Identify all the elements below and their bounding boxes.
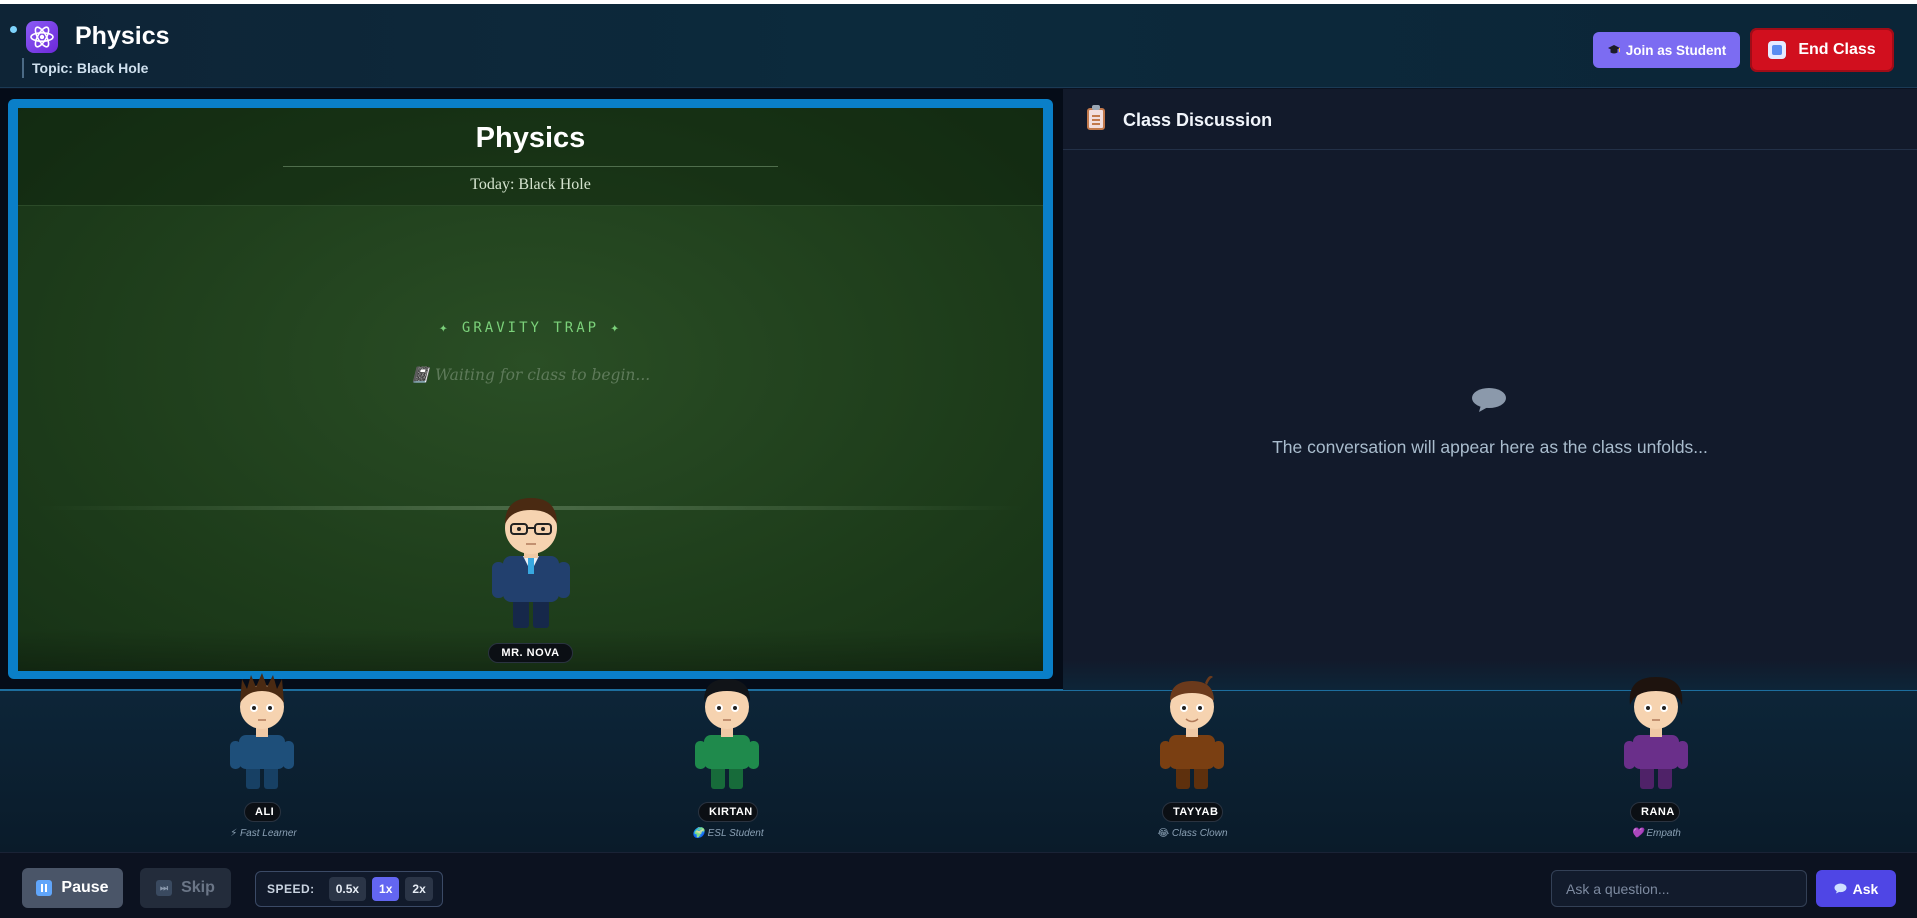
student-kirtan-avatar [695,679,759,789]
topic-label: Topic: Black Hole [32,60,149,76]
student-kirtan-role: 🌍 ESL Student [692,828,764,839]
student-kirtan [692,671,762,798]
end-class-button[interactable]: End Class [1750,28,1894,72]
class-discussion-panel: Class Discussion The conversation will a… [1063,89,1917,689]
skip-icon: ⏭ [156,880,173,896]
clipboard-icon [1087,105,1105,130]
speed-option-2x[interactable]: 2x [405,877,433,901]
skip-button[interactable]: ⏭ Skip [140,868,231,908]
student-tayyab-role: 😂 Class Clown [1157,828,1228,839]
teacher-character [489,494,573,637]
skip-label: Skip [181,879,215,896]
join-as-student-button[interactable]: Join as Student [1593,32,1740,68]
app-title: Physics [75,22,170,50]
ask-label: Ask [1852,880,1879,897]
speed-option-0-5x[interactable]: 0.5x [328,877,367,901]
topic-divider [22,58,24,78]
student-rana-role: 💜 Empath [1631,828,1681,839]
chalkboard-title-rule [283,166,778,167]
student-ali-avatar [230,673,294,789]
app-header: Physics Topic: Black Hole Join as Studen… [0,0,1917,88]
pause-button[interactable]: Pause [22,868,123,908]
student-ali-role: ⚡ Fast Learner [230,828,297,839]
ask-button[interactable]: Ask [1816,870,1896,907]
pause-label: Pause [61,879,109,896]
student-tayyab [1157,671,1227,798]
class-status-text: 📓 Waiting for class to begin... [410,366,651,384]
atom-icon [26,21,58,53]
student-kirtan-name-tag: KIRTAN [698,802,758,822]
live-indicator-dot [10,26,17,33]
student-rana-avatar [1624,677,1688,789]
discussion-empty-message: The conversation will appear here as the… [1272,437,1708,457]
teacher-name-tag: MR. NOVA [488,643,573,663]
student-tayyab-avatar [1160,675,1224,789]
teacher-avatar [492,498,570,628]
stop-icon [1768,41,1787,59]
ask-question-input[interactable] [1551,870,1807,907]
discussion-title: Class Discussion [1123,110,1273,130]
speed-label: SPEED: [267,882,315,896]
student-tayyab-name-tag: TAYYAB [1162,802,1223,822]
discussion-header: Class Discussion [1063,89,1917,150]
end-class-label: End Class [1798,41,1876,58]
student-ali-name-tag: ALI [244,802,281,822]
chalkboard-title: Physics [475,122,586,154]
speech-bubble-icon [1472,388,1506,412]
lesson-tagline: ✦ GRAVITY TRAP ✦ [439,320,622,336]
speed-option-1x[interactable]: 1x [372,877,400,901]
student-ali [227,671,297,798]
chalkboard-header: Physics Today: Black Hole [18,108,1043,206]
student-rana [1621,671,1691,798]
pause-icon [36,880,53,896]
student-rana-name-tag: RANA [1630,802,1680,822]
graduation-cap-icon [1607,45,1620,54]
speed-selector: SPEED: 0.5x 1x 2x [255,871,443,907]
chalkboard-subtitle: Today: Black Hole [470,176,591,193]
join-as-student-label: Join as Student [1625,42,1727,58]
chat-icon [1834,883,1847,894]
